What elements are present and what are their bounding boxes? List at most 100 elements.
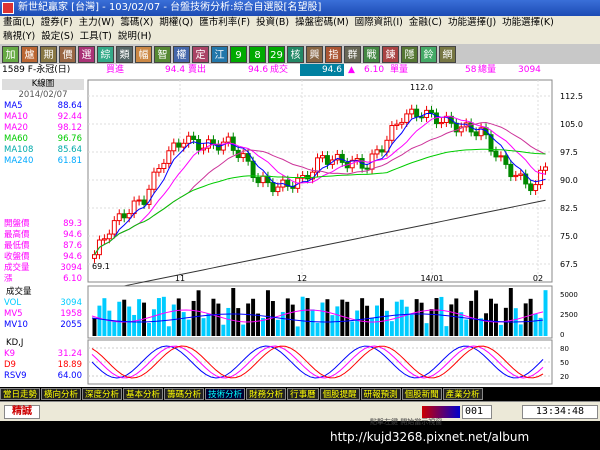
menu-item[interactable]: 功能選擇(J): [445, 16, 499, 30]
tab-產業分析[interactable]: 產業分析: [442, 388, 483, 400]
menu-item[interactable]: 主力(W): [76, 16, 118, 30]
legend-name: 最高價: [4, 230, 30, 240]
volume-legend-rows: VOL 3094 MV5 1958 MV10 2055: [2, 298, 84, 331]
legend-row: 收盤價 94.6: [2, 252, 84, 263]
x-tick-label: 02: [533, 274, 543, 283]
menu-item[interactable]: 說明(H): [115, 30, 155, 44]
toolbar-button[interactable]: 加: [2, 45, 19, 63]
volume-bar: [365, 305, 370, 336]
volume-legend: 成交量 VOL 3094 MV5 1958 MV10 2055: [2, 287, 84, 331]
toolbar-button[interactable]: 爐: [21, 45, 38, 63]
candle-body: [394, 123, 400, 127]
volume-bar: [256, 313, 261, 336]
menu-item[interactable]: 投資(B): [253, 16, 292, 30]
candle-body: [409, 108, 415, 115]
toolbar-button[interactable]: 期: [40, 45, 57, 63]
tab-基本分析[interactable]: 基本分析: [123, 388, 164, 400]
vol-tick-label: 5000: [560, 291, 578, 299]
toolbar-button[interactable]: 鍊: [382, 45, 399, 63]
menu-row-2: 稿視(Y) 設定(S) 工具(T) 說明(H): [0, 30, 600, 44]
volume-bar: [528, 298, 533, 336]
candle-body: [186, 135, 192, 144]
volume-bar: [414, 299, 419, 336]
volume-chart[interactable]: 5000 2500 0: [87, 285, 578, 339]
toolbar-button[interactable]: 8: [249, 45, 266, 63]
tab-橫向分析[interactable]: 橫向分析: [41, 388, 82, 400]
kd-chart[interactable]: 80 50 20: [87, 339, 569, 385]
tab-個股新聞[interactable]: 個股新聞: [401, 388, 442, 400]
menu-item[interactable]: 證券(F): [38, 16, 76, 30]
y-tick-label: 75.0: [560, 232, 578, 241]
volume-bar: [285, 298, 290, 336]
tab-研報預測[interactable]: 研報預測: [360, 388, 401, 400]
candle-body: [111, 220, 117, 235]
volume-bar: [429, 309, 434, 336]
toolbar-button[interactable]: 幅: [135, 45, 152, 63]
candle-body: [528, 183, 534, 192]
menu-item[interactable]: 功能選擇(K): [499, 16, 557, 30]
toolbar-button[interactable]: 江: [211, 45, 228, 63]
code-field[interactable]: 001: [462, 405, 492, 419]
candle-body: [151, 171, 157, 190]
candle-body: [176, 142, 182, 148]
toolbar-button[interactable]: 定: [192, 45, 209, 63]
toolbar-button[interactable]: 群: [344, 45, 361, 63]
tab-財務分析[interactable]: 財務分析: [246, 388, 287, 400]
tab-行事曆[interactable]: 行事曆: [287, 388, 319, 400]
menu-item[interactable]: 金融(C): [406, 16, 445, 30]
toolbar-button[interactable]: 指: [325, 45, 342, 63]
legend-name: MA240: [4, 156, 34, 166]
low-annotation: 69.1: [92, 262, 110, 271]
toolbar-button[interactable]: 核: [287, 45, 304, 63]
watermark-url: http://kujd3268.pixnet.net/album: [330, 430, 530, 444]
toolbar-button[interactable]: 類: [116, 45, 133, 63]
app-icon: [2, 2, 14, 14]
candle-body: [389, 125, 395, 141]
toolbar-button[interactable]: 綜: [97, 45, 114, 63]
toolbar-button[interactable]: 選: [78, 45, 95, 63]
price-legend: K線圖 2014/02/07 MA5 88.64 MA10 92.44 MA20 98.1…: [2, 79, 84, 167]
toolbar-button[interactable]: 權: [173, 45, 190, 63]
menu-item[interactable]: 操盤密碼(M): [292, 16, 352, 30]
tab-深度分析[interactable]: 深度分析: [82, 388, 123, 400]
volume-bar: [464, 319, 469, 336]
menu-item[interactable]: 工具(T): [77, 30, 115, 44]
volume-bar: [409, 314, 414, 336]
toolbar-button[interactable]: 興: [306, 45, 323, 63]
menu-item[interactable]: 畫面(L): [0, 16, 38, 30]
toolbar-button[interactable]: 戰: [363, 45, 380, 63]
toolbar-button[interactable]: 9: [230, 45, 247, 63]
legend-row: K9 31.24: [2, 349, 84, 360]
legend-name: MA108: [4, 145, 34, 155]
tab-技術分析[interactable]: 技術分析: [205, 388, 246, 400]
toolbar-button[interactable]: 價: [59, 45, 76, 63]
volume-bar: [231, 288, 236, 336]
tab-籌碼分析[interactable]: 籌碼分析: [164, 388, 205, 400]
y-tick-label: 97.5: [560, 148, 578, 157]
volume-bar: [533, 313, 538, 336]
toolbar-button[interactable]: 網: [439, 45, 456, 63]
volume-title: 成交量: [6, 287, 32, 297]
chart-area[interactable]: 112.5105.097.590.082.575.067.511 12 14/01 0…: [0, 76, 600, 387]
menu-item[interactable]: 設定(S): [38, 30, 76, 44]
menu-item[interactable]: 稿視(Y): [0, 30, 38, 44]
toolbar-button[interactable]: 鈴: [420, 45, 437, 63]
menu-item[interactable]: 國際資訊(I): [352, 16, 406, 30]
candle-body: [503, 155, 509, 165]
menu-item[interactable]: 籌碼(X): [117, 16, 156, 30]
toolbar-button[interactable]: 隱: [401, 45, 418, 63]
candle-body: [136, 199, 142, 202]
menu-item[interactable]: 匯市利率(F): [196, 16, 253, 30]
tab-當日走勢[interactable]: 當日走勢: [0, 388, 41, 400]
volume-bar: [275, 319, 280, 336]
legend-name: MA5: [4, 101, 23, 111]
volume-bar: [216, 303, 221, 336]
toolbar-button[interactable]: 29: [268, 45, 285, 63]
tab-個股提醒[interactable]: 個股提醒: [319, 388, 360, 400]
legend-row: D9 18.89: [2, 360, 84, 371]
toolbar-button[interactable]: 智: [154, 45, 171, 63]
price-chart[interactable]: 112.5105.097.590.082.575.067.511 12 14/01 0…: [87, 79, 583, 293]
volume-bar: [166, 326, 171, 336]
volume-bar: [444, 326, 449, 336]
menu-item[interactable]: 期權(Q): [156, 16, 196, 30]
